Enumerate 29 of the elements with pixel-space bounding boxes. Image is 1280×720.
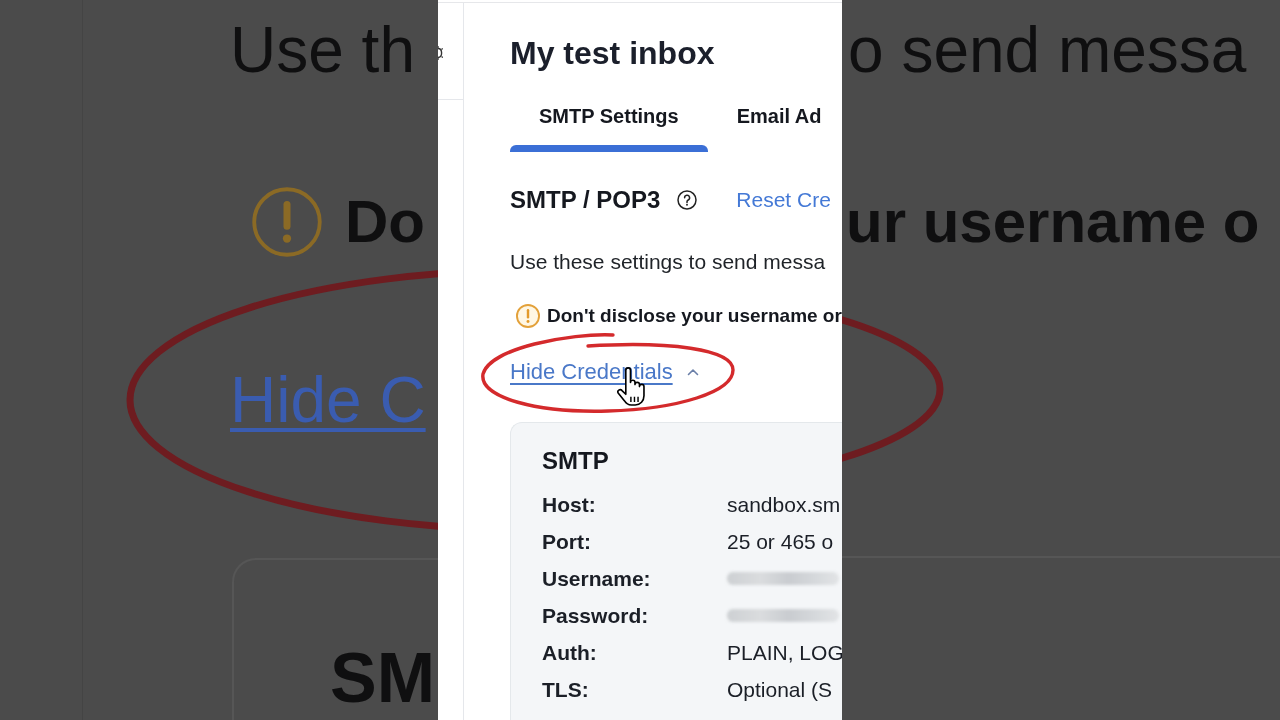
inbox-title: My test inbox [510, 34, 715, 73]
tab[interactable]: Email Ad [707, 100, 822, 152]
warning-icon [516, 304, 540, 328]
field-value: PLAIN, LOG [727, 640, 842, 665]
reset-credentials-link[interactable]: Reset Cre [736, 188, 831, 212]
description-text: Use these settings to send messa [510, 249, 826, 275]
backdrop-text: o send messa [848, 13, 1247, 88]
field-value: 25 or 465 o [727, 529, 834, 554]
field-label: Username: [542, 566, 651, 591]
field-label: Host: [542, 492, 596, 517]
card-title: SMTP [542, 446, 609, 476]
field-label: Auth: [542, 640, 597, 665]
gear-icon[interactable] [438, 45, 443, 61]
field-value: sandbox.sm [727, 492, 841, 517]
backdrop-warning-text: ur username o [846, 187, 1260, 257]
field-label: Password: [542, 603, 649, 628]
warning-text: Don't disclose your username or [547, 305, 842, 327]
chevron-up-icon[interactable] [686, 368, 699, 376]
warning-icon [252, 187, 322, 257]
help-icon[interactable] [677, 190, 698, 210]
field-label: TLS: [542, 677, 589, 702]
backdrop-underlined-text: Hide C [230, 363, 426, 438]
backdrop-card-title: SM [330, 638, 435, 718]
backdrop-text: Use th [230, 13, 415, 88]
section-title: SMTP / POP3 [510, 186, 661, 214]
tab[interactable]: SMTP Settings [510, 100, 708, 152]
field-value: Optional (S [727, 677, 833, 702]
field-label: Port: [542, 529, 591, 554]
backdrop-warning-text: Do [345, 187, 425, 257]
